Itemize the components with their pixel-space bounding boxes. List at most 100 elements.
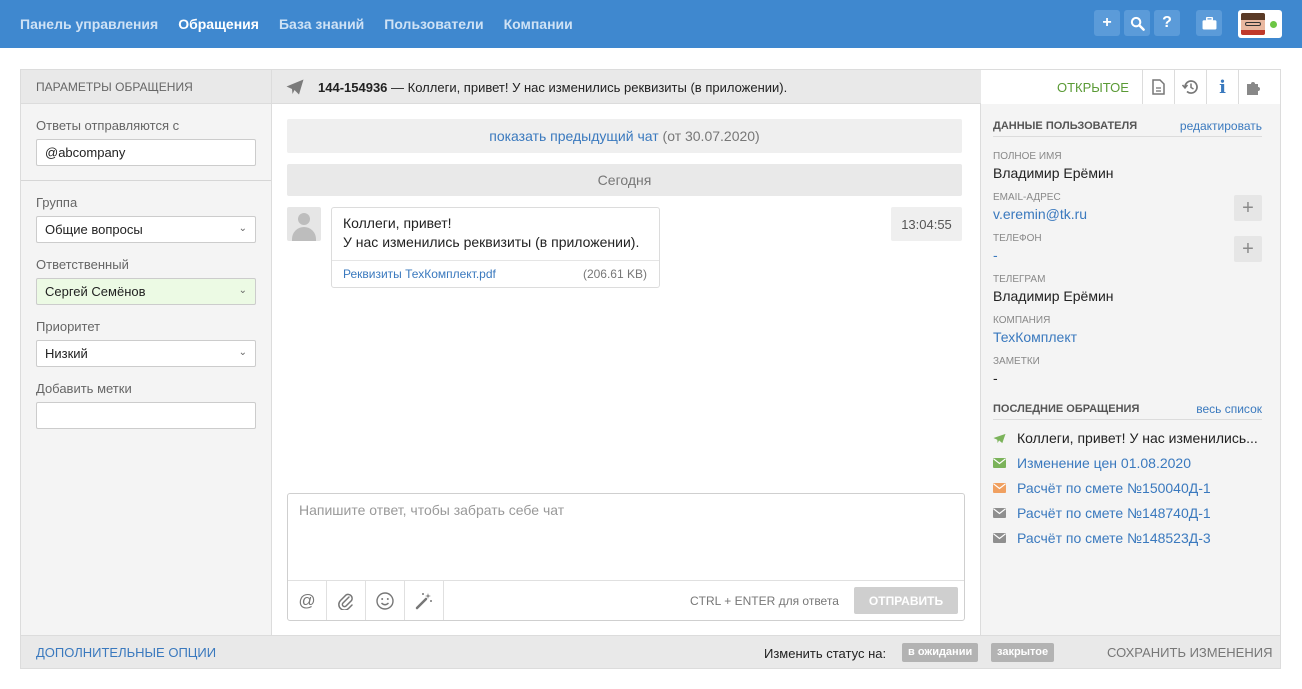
- nav-users[interactable]: Пользователи: [384, 16, 483, 32]
- user-info-panel: ДАННЫЕ ПОЛЬЗОВАТЕЛЯ редактировать ПОЛНОЕ…: [981, 104, 1280, 635]
- avatar: [1241, 13, 1265, 35]
- save-changes-button[interactable]: СОХРАНИТЬ ИЗМЕНЕНИЯ: [1107, 645, 1272, 660]
- mail-icon: [993, 483, 1006, 493]
- user-data-title: ДАННЫЕ ПОЛЬЗОВАТЕЛЯ: [993, 120, 1138, 132]
- assignee-label: Ответственный: [36, 257, 129, 272]
- notes-value[interactable]: -: [993, 370, 998, 386]
- priority-value: Низкий: [45, 346, 88, 361]
- message-time: 13:04:55: [891, 207, 962, 241]
- send-hint: CTRL + ENTER для ответа: [690, 594, 839, 608]
- history-icon[interactable]: [1174, 70, 1206, 104]
- mail-icon: [993, 533, 1006, 543]
- puzzle-icon[interactable]: [1238, 70, 1270, 104]
- top-actions: + ?: [1090, 10, 1282, 38]
- search-icon[interactable]: [1124, 10, 1150, 36]
- message-line: У нас изменились реквизиты (в приложении…: [343, 234, 640, 250]
- status-pending-button[interactable]: в ожидании: [902, 643, 979, 662]
- reply-from-value: @abcompany: [45, 145, 126, 160]
- ticket-panel: ПАРАМЕТРЫ ОБРАЩЕНИЯ Ответы отправляются …: [20, 69, 1281, 669]
- phone-label: ТЕЛЕФОН: [993, 233, 1042, 244]
- emoji-icon[interactable]: [366, 581, 405, 620]
- recent-ticket-title: Коллеги, привет! У нас изменились...: [1017, 430, 1258, 446]
- tags-label: Добавить метки: [36, 381, 132, 396]
- online-status-dot: [1270, 21, 1277, 28]
- chevron-down-icon: ⌄: [238, 223, 247, 234]
- email-value[interactable]: v.eremin@tk.ru: [993, 206, 1087, 222]
- briefcase-icon[interactable]: [1196, 10, 1222, 36]
- ticket-parameters-panel: ПАРАМЕТРЫ ОБРАЩЕНИЯ Ответы отправляются …: [21, 70, 272, 635]
- reply-from-select[interactable]: @abcompany: [36, 139, 256, 166]
- full-name-value: Владимир Ерёмин: [993, 165, 1114, 181]
- send-button[interactable]: ОТПРАВИТЬ: [854, 587, 958, 614]
- mail-icon: [993, 458, 1006, 468]
- nav-knowledge-base[interactable]: База знаний: [279, 16, 364, 32]
- notes-label: ЗАМЕТКИ: [993, 356, 1040, 367]
- ticket-subject: Коллеги, привет! У нас изменились реквиз…: [407, 80, 788, 95]
- ticket-footer: ДОПОЛНИТЕЛЬНЫЕ ОПЦИИ Изменить статус на:…: [21, 635, 1280, 668]
- change-status-label: Изменить статус на:: [764, 646, 887, 661]
- chat-area: показать предыдущий чат (от 30.07.2020) …: [272, 104, 981, 635]
- status-badge[interactable]: ОТКРЫТОЕ: [1057, 80, 1129, 95]
- company-link[interactable]: ТехКомплект: [993, 329, 1077, 345]
- document-icon[interactable]: [1142, 70, 1174, 104]
- recent-ticket-item[interactable]: Расчёт по смете №148523Д-3: [993, 530, 1273, 550]
- recent-ticket-item[interactable]: Коллеги, привет! У нас изменились...: [993, 430, 1273, 450]
- ticket-dash: —: [391, 80, 405, 95]
- magic-wand-icon[interactable]: [405, 581, 444, 620]
- message-bubble: Коллеги, привет! У нас изменились реквиз…: [331, 207, 660, 288]
- group-label: Группа: [36, 195, 78, 210]
- avatar: [287, 207, 321, 241]
- more-options-link[interactable]: ДОПОЛНИТЕЛЬНЫЕ ОПЦИИ: [36, 645, 216, 660]
- nav-dashboard[interactable]: Панель управления: [20, 16, 158, 32]
- recent-tickets-title: ПОСЛЕДНИЕ ОБРАЩЕНИЯ: [993, 403, 1140, 415]
- recent-ticket-title: Расчёт по смете №150040Д-1: [1017, 480, 1211, 496]
- nav-companies[interactable]: Компании: [504, 16, 573, 32]
- recent-ticket-item[interactable]: Изменение цен 01.08.2020: [993, 455, 1273, 475]
- email-label: EMAIL-АДРЕС: [993, 192, 1061, 203]
- company-label: КОМПАНИЯ: [993, 315, 1051, 326]
- previous-chat-bar: показать предыдущий чат (от 30.07.2020): [287, 119, 962, 153]
- show-previous-chat-link[interactable]: показать предыдущий чат: [489, 128, 658, 144]
- assignee-select[interactable]: Сергей Семёнов ⌄: [36, 278, 256, 305]
- telegram-label: ТЕЛЕГРАМ: [993, 274, 1046, 285]
- mention-icon[interactable]: @: [288, 581, 327, 620]
- reply-composer[interactable]: Напишите ответ, чтобы забрать себе чат @…: [287, 493, 965, 621]
- ticket-id: 144-154936: [318, 80, 388, 95]
- nav-tickets[interactable]: Обращения: [178, 16, 259, 32]
- info-icon[interactable]: i: [1206, 70, 1238, 104]
- divider: [21, 180, 271, 181]
- all-tickets-link[interactable]: весь список: [1196, 402, 1262, 416]
- status-closed-button[interactable]: закрытое: [991, 643, 1055, 662]
- edit-user-link[interactable]: редактировать: [1180, 119, 1262, 133]
- plus-icon[interactable]: +: [1094, 10, 1120, 36]
- day-separator: Сегодня: [287, 164, 962, 196]
- recent-ticket-item[interactable]: Расчёт по смете №150040Д-1: [993, 480, 1273, 500]
- paperclip-icon[interactable]: [327, 581, 366, 620]
- tags-input[interactable]: [36, 402, 256, 429]
- reply-from-label: Ответы отправляются с: [36, 118, 180, 133]
- chevron-down-icon: ⌄: [238, 347, 247, 358]
- ticket-header: 144-154936 — Коллеги, привет! У нас изме…: [272, 70, 1260, 104]
- recent-ticket-title: Изменение цен 01.08.2020: [1017, 455, 1191, 471]
- recent-ticket-title: Расчёт по смете №148740Д-1: [1017, 505, 1211, 521]
- telegram-value: Владимир Ерёмин: [993, 288, 1114, 304]
- assignee-value: Сергей Семёнов: [45, 284, 146, 299]
- divider: [993, 136, 1262, 137]
- attachment-size: (206.61 KB): [582, 267, 647, 281]
- group-select[interactable]: Общие вопросы ⌄: [36, 216, 256, 243]
- phone-value[interactable]: -: [993, 247, 998, 263]
- divider: [993, 419, 1262, 420]
- attachment-link[interactable]: Реквизиты ТехКомплект.pdf: [343, 267, 496, 281]
- user-menu[interactable]: [1238, 10, 1282, 38]
- recent-ticket-item[interactable]: Расчёт по смете №148740Д-1: [993, 505, 1273, 525]
- reply-placeholder: Напишите ответ, чтобы забрать себе чат: [299, 502, 565, 518]
- top-navigation-bar: Панель управления Обращения База знаний …: [0, 0, 1302, 48]
- add-phone-button[interactable]: +: [1234, 236, 1262, 262]
- help-icon[interactable]: ?: [1154, 10, 1180, 36]
- group-value: Общие вопросы: [45, 222, 143, 237]
- composer-toolbar: @ CTRL + ENTER для ответа ОТПРАВИТЬ: [288, 580, 964, 620]
- add-email-button[interactable]: +: [1234, 195, 1262, 221]
- priority-label: Приоритет: [36, 319, 101, 334]
- recent-ticket-title: Расчёт по смете №148523Д-3: [1017, 530, 1211, 546]
- priority-select[interactable]: Низкий ⌄: [36, 340, 256, 367]
